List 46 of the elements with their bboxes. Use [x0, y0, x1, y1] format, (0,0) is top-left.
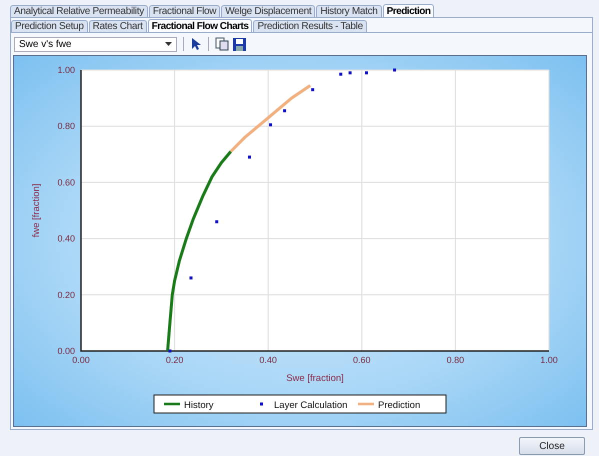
legend-label: Prediction — [378, 400, 420, 411]
legend-label: History — [184, 400, 214, 411]
y-tick-label: 1.00 — [57, 65, 75, 75]
caret-icon — [165, 42, 172, 46]
tab[interactable]: Welge Displacement — [221, 5, 316, 17]
tab[interactable]: History Match — [316, 5, 382, 17]
data-point — [168, 350, 172, 352]
data-point — [248, 156, 251, 159]
data-point — [189, 276, 192, 280]
x-tick-label: 0.00 — [72, 355, 90, 365]
data-point — [283, 109, 286, 112]
tab[interactable]: Rates Chart — [88, 20, 147, 32]
x-axis-label: Swe [fraction] — [286, 373, 344, 384]
data-point — [311, 88, 314, 92]
y-axis-label: fwe [fraction] — [31, 184, 42, 238]
tab[interactable]: Fractional Flow Charts — [148, 19, 252, 32]
tab[interactable]: Prediction Setup — [11, 20, 88, 32]
data-point — [348, 71, 352, 74]
x-tick-label: 0.80 — [446, 355, 464, 365]
legend-label: Layer Calculation — [274, 400, 348, 411]
data-point — [393, 68, 396, 72]
data-point — [339, 72, 342, 76]
y-tick-label: 0.20 — [57, 290, 75, 300]
tab[interactable]: Prediction Results - Table — [253, 20, 367, 32]
pointer-icon[interactable] — [190, 37, 202, 51]
y-tick-label: 0.60 — [57, 177, 75, 188]
data-point — [364, 71, 368, 74]
data-point — [215, 220, 218, 224]
tab[interactable]: Prediction — [382, 4, 434, 17]
copy-icon[interactable] — [215, 37, 229, 51]
x-tick-label: 0.60 — [353, 355, 371, 365]
y-tick-label: 0.00 — [57, 346, 75, 356]
chart-selector-dropdown[interactable]: Swe v's fwe — [14, 36, 177, 52]
tab[interactable]: Fractional Flow — [148, 5, 220, 17]
tab[interactable]: Analytical Relative Permeability — [10, 5, 148, 17]
y-tick-label: 0.40 — [57, 234, 75, 244]
x-tick-label: 0.40 — [259, 355, 277, 365]
close-button[interactable]: Close — [519, 437, 585, 455]
x-tick-label: 0.20 — [166, 355, 184, 365]
save-icon[interactable] — [233, 38, 246, 50]
legend-swatch — [260, 402, 263, 406]
legend-swatch — [358, 402, 374, 406]
legend-swatch — [164, 402, 180, 406]
x-tick-label: 1.00 — [540, 355, 558, 365]
y-tick-label: 0.80 — [57, 121, 75, 132]
data-point — [269, 123, 272, 126]
